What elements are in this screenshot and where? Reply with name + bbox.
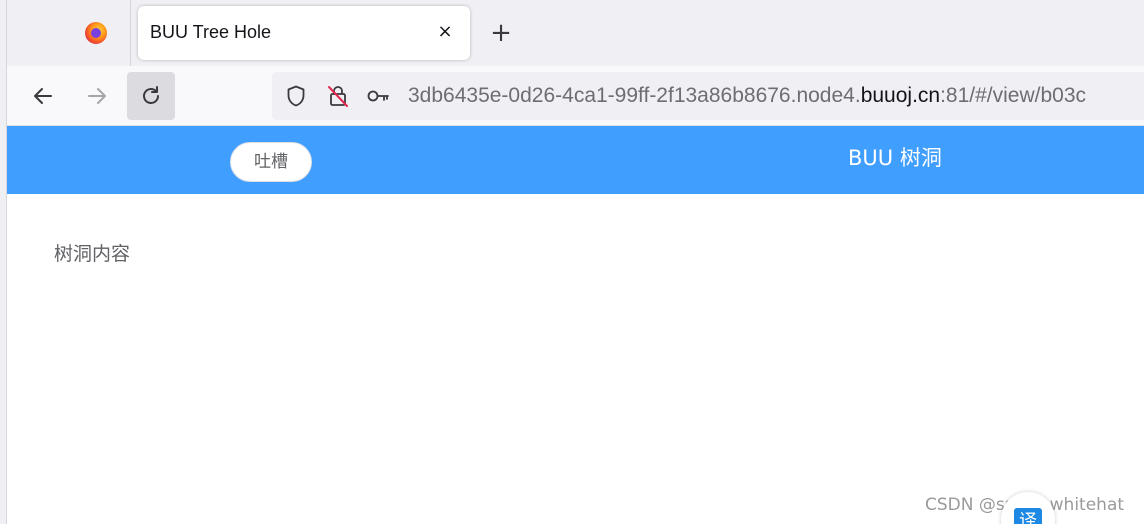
arrow-right-icon — [88, 88, 106, 104]
url-bar[interactable]: 3db6435e-0d26-4ca1-99ff-2f13a86b8676.nod… — [272, 72, 1144, 120]
page-content: 吐槽 BUU 树洞 树洞内容 CSDN @small_whitehat 译 — [7, 126, 1144, 524]
new-tab-button[interactable]: + — [487, 20, 515, 48]
reload-button[interactable] — [127, 72, 175, 120]
insecure-lock-icon[interactable] — [326, 84, 350, 108]
arrow-left-icon — [34, 88, 52, 104]
forward-button[interactable] — [73, 72, 121, 120]
tab-buu-tree-hole[interactable]: BUU Tree Hole × — [138, 6, 470, 60]
firefox-view-tab[interactable] — [7, 0, 131, 66]
browser-window: BUU Tree Hole × + 3db6435e-0d26-4ca1-99f… — [0, 0, 1144, 524]
close-icon[interactable]: × — [434, 21, 456, 43]
back-button[interactable] — [19, 72, 67, 120]
tab-strip: BUU Tree Hole × + — [7, 0, 1144, 66]
key-icon[interactable] — [366, 84, 390, 108]
url-domain: buuoj.cn — [860, 84, 941, 107]
tucao-button[interactable]: 吐槽 — [230, 142, 312, 182]
url-prefix: 3db6435e-0d26-4ca1-99ff-2f13a86b8676.nod… — [408, 84, 861, 107]
firefox-logo-icon — [85, 22, 107, 44]
page-title: BUU 树洞 — [848, 146, 942, 170]
url-suffix: :81/#/view/b03c — [940, 84, 1087, 107]
app-header: 吐槽 BUU 树洞 — [7, 126, 1144, 194]
shield-icon[interactable] — [284, 84, 308, 108]
window-edge — [0, 0, 7, 524]
translate-icon: 译 — [1014, 508, 1042, 524]
tab-title: BUU Tree Hole — [150, 22, 272, 42]
tree-hole-content: 树洞内容 — [54, 243, 131, 265]
url-text[interactable]: 3db6435e-0d26-4ca1-99ff-2f13a86b8676.nod… — [408, 84, 1086, 108]
reload-icon — [143, 86, 159, 104]
navigation-bar: 3db6435e-0d26-4ca1-99ff-2f13a86b8676.nod… — [7, 66, 1144, 126]
